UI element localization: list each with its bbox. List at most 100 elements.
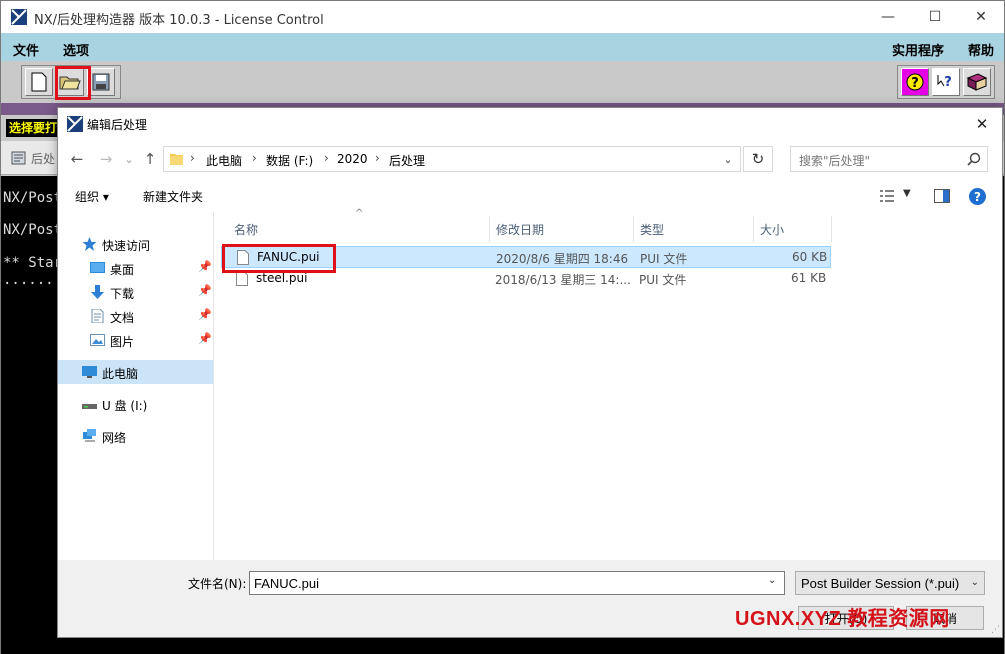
save-file-button[interactable] bbox=[87, 68, 115, 96]
document-icon bbox=[91, 309, 104, 323]
dialog-title: 编辑后处理 bbox=[87, 118, 148, 132]
console-line: NX/Post bbox=[3, 222, 58, 238]
search-icon bbox=[967, 152, 981, 166]
menu-bar: 文件 选项 实用程序 帮助 bbox=[1, 33, 1004, 61]
help-tool-group: ? ? bbox=[897, 65, 995, 99]
file-size: 61 KB bbox=[791, 271, 827, 285]
file-modified: 2020/8/6 星期四 18:46 bbox=[496, 252, 629, 266]
file-modified: 2018/6/13 星期三 14:... bbox=[495, 273, 631, 287]
organize-button[interactable]: 组织 ▾ bbox=[75, 188, 109, 205]
breadcrumb-separator: › bbox=[252, 151, 257, 165]
close-button[interactable]: ✕ bbox=[958, 1, 1004, 33]
svg-text:?: ? bbox=[944, 75, 952, 90]
breadcrumb-postprocess[interactable]: 后处理 bbox=[389, 152, 425, 169]
breadcrumb-separator: › bbox=[375, 151, 380, 165]
sidebar-item-desktop[interactable]: 桌面 📌 bbox=[58, 256, 213, 280]
up-button[interactable]: ↑ bbox=[140, 148, 160, 170]
filetype-select[interactable]: Post Builder Session (*.pui) ⌄ bbox=[795, 571, 985, 595]
breadcrumb-this-pc[interactable]: 此电脑 bbox=[206, 152, 242, 169]
file-size: 60 KB bbox=[792, 250, 828, 264]
address-bar[interactable]: › 此电脑 › 数据 (F:) › 2020 › 后处理 ⌄ bbox=[163, 146, 741, 172]
file-icon bbox=[236, 271, 248, 286]
save-file-icon bbox=[92, 73, 110, 91]
dialog-close-button[interactable]: ✕ bbox=[970, 112, 994, 136]
new-file-icon bbox=[31, 72, 47, 92]
sidebar-item-quick-access[interactable]: 快速访问 bbox=[58, 232, 213, 256]
sidebar-item-downloads[interactable]: 下载 📌 bbox=[58, 280, 213, 304]
sidebar-item-label: 快速访问 bbox=[102, 239, 151, 253]
new-folder-button[interactable]: 新建文件夹 bbox=[143, 188, 203, 205]
filetype-value: Post Builder Session (*.pui) bbox=[801, 576, 960, 591]
chevron-down-icon[interactable]: ⌄ bbox=[768, 575, 776, 586]
watermark-text: UGNX.XYZ 教程资源网 bbox=[735, 608, 950, 630]
recent-locations-button[interactable]: ⌄ bbox=[119, 148, 139, 170]
sidebar-item-label: 此电脑 bbox=[102, 367, 139, 381]
refresh-icon: ↻ bbox=[751, 150, 765, 168]
menu-utilities[interactable]: 实用程序 bbox=[892, 40, 944, 59]
title-bar: NX/后处理构造器 版本 10.0.3 - License Control — … bbox=[1, 1, 1004, 33]
search-input[interactable]: 搜索"后处理" bbox=[790, 146, 988, 172]
open-button-highlight bbox=[55, 66, 91, 100]
preview-pane-icon[interactable] bbox=[934, 189, 950, 203]
manual-book-icon bbox=[966, 73, 988, 91]
help-question-button[interactable]: ? bbox=[901, 68, 929, 96]
breadcrumb-drive[interactable]: 数据 (F:) bbox=[266, 152, 313, 169]
navigation-row: ← → ⌄ ↑ › 此电脑 › 数据 (F:) › 2020 › 后处理 ⌄ ↻… bbox=[58, 144, 1002, 174]
minimize-button[interactable]: — bbox=[865, 1, 911, 33]
prompt-label: 选择要打 bbox=[6, 119, 60, 137]
svg-text:?: ? bbox=[911, 76, 919, 91]
filename-input[interactable] bbox=[249, 571, 785, 595]
column-header-name[interactable]: 名称 bbox=[228, 216, 490, 242]
network-icon bbox=[83, 429, 96, 442]
menu-help[interactable]: 帮助 bbox=[968, 40, 994, 59]
help-question-icon: ? bbox=[906, 73, 924, 91]
filename-label: 文件名(N): bbox=[188, 577, 247, 591]
session-icon bbox=[11, 151, 26, 165]
sidebar-item-this-pc[interactable]: 此电脑 bbox=[58, 360, 213, 384]
new-file-button[interactable] bbox=[25, 68, 53, 96]
back-button[interactable]: ← bbox=[67, 148, 87, 170]
computer-icon bbox=[82, 366, 97, 378]
chevron-down-icon: ⌄ bbox=[970, 577, 979, 588]
file-name: steel.pui bbox=[256, 271, 308, 285]
pin-icon: 📌 bbox=[198, 332, 212, 345]
column-header-size[interactable]: 大小 bbox=[754, 216, 832, 242]
column-header-modified[interactable]: 修改日期 bbox=[490, 216, 634, 242]
forward-button[interactable]: → bbox=[96, 148, 116, 170]
resize-grip-icon[interactable]: ⋰ bbox=[991, 625, 1000, 635]
console-line: NX/Post bbox=[3, 190, 58, 206]
open-file-dialog: 编辑后处理 ✕ ← → ⌄ ↑ › 此电脑 › 数据 (F:) › 2020 ›… bbox=[57, 107, 1003, 638]
sidebar-item-label: 下载 bbox=[110, 287, 135, 301]
nx-app-icon bbox=[67, 116, 83, 132]
sidebar-item-network[interactable]: 网络 bbox=[58, 424, 213, 448]
window-title: NX/后处理构造器 版本 10.0.3 - License Control bbox=[34, 13, 324, 28]
manual-book-button[interactable] bbox=[963, 68, 991, 96]
pin-icon: 📌 bbox=[198, 260, 212, 273]
sidebar-item-usb-drive[interactable]: U 盘 (I:) bbox=[58, 392, 213, 416]
sidebar-item-label: 图片 bbox=[110, 335, 135, 349]
chevron-down-icon[interactable]: ▼ bbox=[903, 188, 911, 199]
folder-icon bbox=[170, 154, 183, 165]
breadcrumb-year[interactable]: 2020 bbox=[337, 152, 368, 166]
help-icon[interactable]: ? bbox=[969, 188, 986, 205]
toolbar: ? ? bbox=[1, 61, 1004, 103]
refresh-button[interactable]: ↻ bbox=[743, 146, 773, 172]
chevron-down-icon[interactable]: ⌄ bbox=[720, 150, 736, 168]
breadcrumb-separator: › bbox=[324, 151, 329, 165]
maximize-button[interactable]: ☐ bbox=[912, 1, 958, 33]
session-tab-label: 后处 bbox=[31, 152, 56, 166]
console-line: ....... bbox=[3, 272, 58, 288]
nx-app-icon bbox=[11, 9, 27, 25]
menu-options[interactable]: 选项 bbox=[63, 40, 89, 59]
sidebar-item-label: 桌面 bbox=[110, 263, 135, 277]
search-placeholder: 搜索"后处理" bbox=[799, 154, 871, 168]
column-header-type[interactable]: 类型 bbox=[634, 216, 754, 242]
navigation-pane: 快速访问 桌面 📌 下载 📌 文档 📌 图片 📌 此电脑 U 盘 (I:) 网络 bbox=[58, 212, 214, 560]
pin-icon: 📌 bbox=[198, 284, 212, 297]
sidebar-item-documents[interactable]: 文档 📌 bbox=[58, 304, 213, 328]
menu-file[interactable]: 文件 bbox=[13, 40, 39, 59]
view-options-icon[interactable] bbox=[880, 189, 894, 203]
context-help-icon: ? bbox=[937, 75, 952, 90]
sidebar-item-pictures[interactable]: 图片 📌 bbox=[58, 328, 213, 352]
context-help-button[interactable]: ? bbox=[932, 68, 960, 96]
